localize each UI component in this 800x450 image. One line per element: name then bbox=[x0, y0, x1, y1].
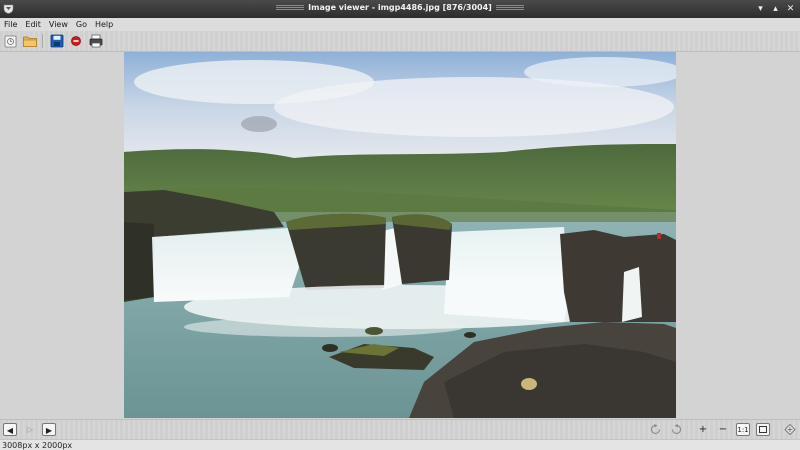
open-recent-icon[interactable] bbox=[3, 33, 19, 49]
fit-to-window-icon[interactable] bbox=[756, 423, 770, 436]
image-viewer-window: Image viewer - imgp4486.jpg [876/3004] ▾… bbox=[0, 0, 800, 450]
rotate-left-icon[interactable] bbox=[649, 423, 663, 436]
image-canvas[interactable] bbox=[0, 52, 800, 419]
zoom-out-button[interactable]: − bbox=[716, 423, 730, 436]
menu-bar: File Edit View Go Help bbox=[0, 18, 800, 31]
previous-image-button[interactable]: ◀ bbox=[3, 423, 17, 436]
title-bar[interactable]: Image viewer - imgp4486.jpg [876/3004] ▾… bbox=[0, 0, 800, 18]
image-dimensions: 3008px x 2000px bbox=[2, 441, 73, 450]
fullscreen-icon[interactable] bbox=[783, 423, 797, 436]
toolbar bbox=[0, 31, 800, 52]
maximize-button[interactable]: ▴ bbox=[769, 3, 782, 15]
actual-size-button[interactable]: 1:1 bbox=[736, 423, 750, 436]
menu-edit[interactable]: Edit bbox=[21, 18, 45, 31]
play-slideshow-button[interactable]: ▷ bbox=[23, 423, 37, 436]
close-button[interactable]: ✕ bbox=[784, 3, 797, 15]
menu-help[interactable]: Help bbox=[91, 18, 117, 31]
next-image-button[interactable]: ▶ bbox=[42, 423, 56, 436]
menu-go[interactable]: Go bbox=[72, 18, 91, 31]
stop-icon[interactable] bbox=[68, 33, 84, 49]
window-title: Image viewer - imgp4486.jpg [876/3004] bbox=[0, 3, 800, 12]
minimize-button[interactable]: ▾ bbox=[754, 3, 767, 15]
zoom-in-button[interactable]: + bbox=[696, 423, 710, 436]
navigation-bar: ◀ ▷ ▶ + − 1:1 bbox=[0, 419, 800, 440]
status-bar: 3008px x 2000px bbox=[0, 439, 800, 450]
toolbar-separator bbox=[42, 34, 43, 48]
menu-view[interactable]: View bbox=[45, 18, 72, 31]
rotate-right-icon[interactable] bbox=[669, 423, 683, 436]
save-icon[interactable] bbox=[49, 33, 65, 49]
menu-file[interactable]: File bbox=[0, 18, 21, 31]
print-icon[interactable] bbox=[88, 33, 104, 49]
window-controls: ▾ ▴ ✕ bbox=[752, 3, 797, 15]
displayed-photo[interactable] bbox=[124, 52, 676, 418]
open-folder-icon[interactable] bbox=[22, 33, 38, 49]
